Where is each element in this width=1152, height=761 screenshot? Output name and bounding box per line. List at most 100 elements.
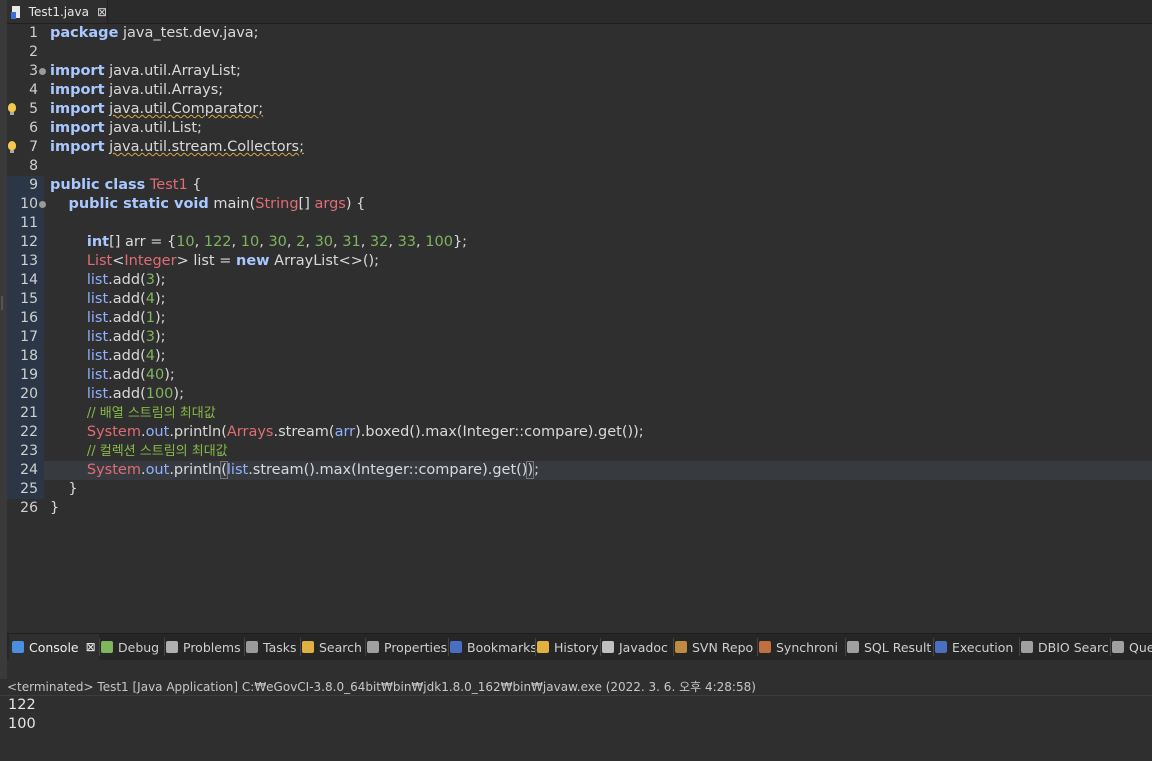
view-tab-dbio-searc[interactable]: DBIO Searc — [1021, 634, 1109, 660]
code-token: ); — [154, 272, 166, 288]
view-tab-properties[interactable]: Properties — [367, 634, 447, 660]
code-line[interactable]: 6 import java.util.List; — [7, 119, 1152, 138]
code-line[interactable]: 19 list.add(40); — [7, 366, 1152, 385]
tab-separator — [757, 638, 758, 656]
code-token: java.util.ArrayList; — [104, 63, 241, 79]
console-output[interactable]: 122 100 — [0, 696, 1152, 761]
line-number: 13 — [20, 253, 38, 269]
code-line[interactable]: 22 System.out.println(Arrays.stream(arr)… — [7, 423, 1152, 442]
code-line[interactable]: 2 — [7, 43, 1152, 62]
line-number: 16 — [20, 310, 38, 326]
code-line[interactable]: 26} — [7, 499, 1152, 518]
code-line[interactable]: 18 list.add(4); — [7, 347, 1152, 366]
code-line[interactable]: 25 } — [7, 480, 1152, 499]
code-token: args — [314, 196, 346, 212]
view-tab-console[interactable]: Console ⊠ — [9, 634, 99, 660]
code-token: import — [50, 82, 105, 98]
code-line[interactable]: 21 // 배열 스트림의 최대값 — [7, 404, 1152, 423]
code-line[interactable]: 17 list.add(3); — [7, 328, 1152, 347]
line-gutter: 18 — [7, 347, 44, 366]
code-text: package java_test.dev.java; — [44, 24, 1152, 43]
line-gutter: 16 — [7, 309, 44, 328]
code-line[interactable]: 1 package java_test.dev.java; — [7, 24, 1152, 43]
java-file-icon — [11, 5, 21, 19]
console-icon — [12, 641, 24, 653]
code-line[interactable]: 8 — [7, 157, 1152, 176]
code-line[interactable]: 14 list.add(3); — [7, 271, 1152, 290]
code-line[interactable]: 7 import java.util.stream.Collectors; — [7, 138, 1152, 157]
view-tab-bookmarks[interactable]: Bookmarks — [450, 634, 537, 660]
code-line[interactable]: 13 List<Integer> list = new ArrayList<>(… — [7, 252, 1152, 271]
code-text: import java.util.ArrayList; — [44, 62, 1152, 81]
view-tab-execution[interactable]: Execution — [935, 634, 1013, 660]
code-line[interactable]: 23 // 컬렉션 스트림의 최대값 — [7, 442, 1152, 461]
line-gutter: 9 — [7, 176, 44, 195]
code-token: 100 — [425, 234, 453, 250]
code-line[interactable]: 5 import java.util.Comparator; — [7, 100, 1152, 119]
line-number: 25 — [20, 481, 38, 497]
code-token: import — [50, 120, 105, 136]
code-line[interactable]: 24 System.out.println(list.stream().max(… — [7, 461, 1152, 480]
line-gutter: 3 — [7, 62, 46, 81]
dbio-icon — [1021, 641, 1033, 653]
code-token: .add( — [108, 329, 146, 345]
line-gutter: 4 — [7, 81, 44, 100]
view-tab-problems[interactable]: Problems — [166, 634, 241, 660]
code-text: int[] arr = {10, 122, 10, 30, 2, 30, 31,… — [44, 233, 1152, 252]
code-token: , — [388, 234, 398, 250]
code-editor[interactable]: 1 package java_test.dev.java; 2 3 import jav… — [7, 24, 1152, 631]
view-tab-synchroni[interactable]: Synchroni — [759, 634, 838, 660]
view-tab-tasks[interactable]: Tasks — [246, 634, 297, 660]
code-token: list — [86, 310, 109, 326]
code-token: 4 — [145, 348, 155, 364]
code-line[interactable]: 16 list.add(1); — [7, 309, 1152, 328]
code-text: list.add(4); — [44, 347, 1152, 366]
code-token: .add( — [108, 272, 146, 288]
view-tab-javadoc[interactable]: Javadoc — [602, 634, 668, 660]
code-token: , — [194, 234, 204, 250]
quickfix-bulb-icon[interactable] — [8, 141, 16, 153]
code-token: , — [360, 234, 370, 250]
code-token: .stream( — [273, 424, 335, 440]
code-line[interactable]: 11 — [7, 214, 1152, 233]
code-line[interactable]: 10 public static void main(String[] args… — [7, 195, 1152, 214]
code-line[interactable]: 20 list.add(100); — [7, 385, 1152, 404]
code-token: 3 — [145, 329, 155, 345]
view-tab-history[interactable]: History — [537, 634, 598, 660]
code-token: public static void — [68, 196, 209, 212]
code-line[interactable]: 9 public class Test1 { — [7, 176, 1152, 195]
view-tab-que[interactable]: Que — [1112, 634, 1152, 660]
close-icon[interactable]: ⊠ — [86, 640, 96, 654]
line-gutter: 25 — [7, 480, 44, 499]
quickfix-bulb-icon[interactable] — [8, 103, 16, 115]
code-token: 31 — [342, 234, 361, 250]
code-line[interactable]: 15 list.add(4); — [7, 290, 1152, 309]
code-token: 1 — [145, 310, 155, 326]
query-icon — [1112, 641, 1124, 653]
code-token: java.util.Arrays; — [104, 82, 224, 98]
code-text: list.add(100); — [44, 385, 1152, 404]
code-token: 10 — [176, 234, 195, 250]
code-text: List<Integer> list = new ArrayList<>(); — [44, 252, 1152, 271]
close-icon[interactable]: ⊠ — [97, 5, 107, 19]
code-token: ); — [154, 310, 166, 326]
view-tab-debug[interactable]: Debug — [101, 634, 159, 660]
code-token: 30 — [314, 234, 334, 250]
view-tab-svn-repo[interactable]: SVN Repo — [675, 634, 753, 660]
code-line[interactable]: 12 int[] arr = {10, 122, 10, 30, 2, 30, … — [7, 233, 1152, 252]
code-line[interactable]: 3 import java.util.ArrayList; — [7, 62, 1152, 81]
line-gutter: 5 — [7, 100, 44, 119]
code-token: System — [86, 462, 141, 478]
code-token: out — [145, 424, 170, 440]
code-token: } — [50, 481, 78, 497]
code-token: list — [86, 329, 109, 345]
line-gutter: 8 — [7, 157, 44, 176]
code-line[interactable]: 4 import java.util.Arrays; — [7, 81, 1152, 100]
editor-tab-test1[interactable]: Test1.java ⊠ — [7, 0, 108, 23]
view-tab-sql-result[interactable]: SQL Result — [847, 634, 931, 660]
view-tab-search[interactable]: Search — [302, 634, 362, 660]
code-token: ArrayList<>(); — [269, 253, 380, 269]
